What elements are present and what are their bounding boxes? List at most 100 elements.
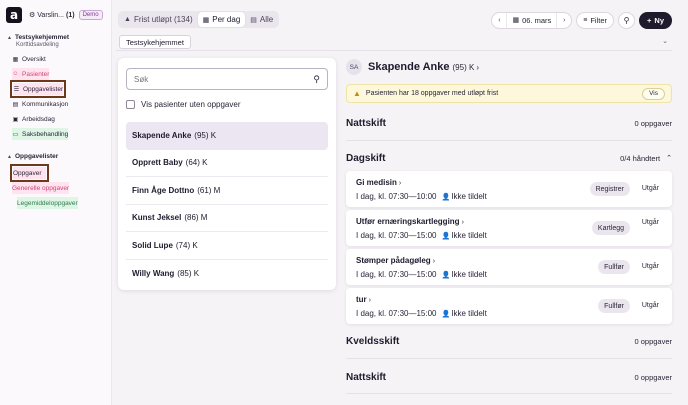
patient-age-gender: (95) K — [452, 62, 475, 72]
chevron-up-icon[interactable]: ⌃ — [666, 154, 672, 162]
sidebar-item-generelle-oppgaver[interactable]: Generelle oppgaver — [12, 182, 70, 194]
alerts-button[interactable]: ⚙ Varslin... (1) — [29, 11, 75, 20]
folder-icon: ▭ — [12, 131, 19, 138]
list-item[interactable]: Skapende Anke (95) K — [126, 122, 328, 150]
shift-day-header[interactable]: Dagskift 0/4 håndtert ⌃ — [346, 150, 672, 166]
shift-status: 0 oppgaver — [634, 372, 672, 382]
chevron-left-icon[interactable]: ‹ — [492, 17, 506, 24]
sidebar-item-label: Kommunikasjon — [22, 100, 69, 108]
search-input[interactable] — [134, 74, 314, 84]
chevron-up-icon: ▲ — [7, 153, 12, 160]
patient-name: Skapende Anke — [132, 131, 192, 141]
sidebar-item-oversikt[interactable]: ▦ Oversikt — [12, 53, 46, 65]
shift-night-header: Nattskift 0 oppgaver — [346, 115, 672, 131]
tab-alle[interactable]: ▤ Alle — [245, 12, 278, 27]
calendar-icon: ▦ — [512, 17, 520, 24]
sidebar-item-legemiddeloppgaver[interactable]: Legemiddeloppgaver — [17, 197, 78, 209]
patient-name: Solid Lupe — [132, 240, 173, 250]
sidebar-item-label: Oppgavelister — [23, 85, 64, 93]
avatar: SA — [346, 59, 362, 75]
task-card[interactable]: Stømper pådagøleg › I dag, kl. 07:30—15:0… — [346, 249, 672, 285]
patient-meta: (64) K — [185, 158, 208, 168]
view-tabs: ▲ Frist utløpt (134) ▦ Per dag ▤ Alle — [118, 11, 280, 28]
search-icon: ⚲ — [623, 15, 630, 25]
sidebar-item-label: Pasienter — [22, 70, 50, 78]
task-title: Utfør ernæringskartlegging › — [356, 217, 464, 226]
list-item[interactable]: Finn Åge Dottno (61) M — [126, 177, 328, 205]
chevron-down-icon[interactable]: ⌄ — [662, 37, 668, 45]
ward-selector[interactable]: Testsykehjemmet — [119, 35, 191, 49]
list-item[interactable]: Willy Wang (85) K — [126, 260, 328, 288]
checkbox[interactable] — [126, 100, 135, 109]
filter-button[interactable]: ≡ Filter — [576, 11, 615, 29]
shift-title: Kveldsskift — [346, 335, 400, 347]
unit-selector[interactable]: ▲ Testsykehjemmet Korttidsavdeling — [7, 34, 111, 48]
overdue-warning: ▲ Pasienten har 18 oppgaver med utløpt f… — [346, 84, 672, 103]
list-item[interactable]: Solid Lupe (74) K — [126, 232, 328, 260]
list-item[interactable]: Opprett Baby (64) K — [126, 150, 328, 177]
sidebar: a ⚙ Varslin... (1) Demo ▲ Testsykehjemme… — [0, 0, 112, 405]
expire-button[interactable]: Utgår — [642, 263, 659, 270]
complete-button[interactable]: Fullfør — [598, 260, 630, 274]
patient-meta: (85) K — [177, 268, 200, 278]
sidebar-item-label: Oversikt — [22, 55, 46, 63]
register-button[interactable]: Registrer — [589, 182, 630, 196]
task-assignee: Ikke tildelt — [451, 309, 487, 318]
shift-title: Nattskift — [346, 117, 387, 129]
checkbox-label: Vis pasienter uten oppgaver — [141, 100, 241, 109]
patient-meta: (74) K — [175, 240, 198, 250]
tab-per-dag[interactable]: ▦ Per dag — [197, 12, 246, 27]
task-card[interactable]: Utfør ernæringskartlegging › I dag, kl. 0… — [346, 210, 672, 246]
show-without-tasks-toggle[interactable]: Vis pasienter uten oppgaver — [126, 100, 240, 109]
tab-frist-utlopt[interactable]: ▲ Frist utløpt (134) — [119, 12, 198, 27]
show-overdue-button[interactable]: Vis — [642, 87, 665, 100]
unit-subtitle: Korttidsavdeling — [16, 42, 59, 48]
search-icon[interactable]: ⚲ — [313, 74, 320, 85]
calendar-icon: ▦ — [202, 16, 210, 24]
expire-button[interactable]: Utgår — [642, 302, 659, 309]
section-title: Oppgavelister — [14, 153, 59, 160]
chevron-right-icon: › — [461, 219, 464, 226]
section-oppgavelister[interactable]: ▲ Oppgavelister — [7, 153, 58, 160]
chevron-right-icon: › — [432, 258, 436, 265]
assess-button[interactable]: Kartlegg — [591, 221, 630, 235]
sidebar-item-kommunikasjon[interactable]: ▤ Kommunikasjon — [12, 98, 69, 110]
grid-icon: ▦ — [12, 56, 19, 63]
date-picker[interactable]: ▦ 06. mars — [506, 12, 558, 28]
task-assignee: Ikke tildelt — [451, 192, 487, 201]
list-item[interactable]: Kunst Jeksel (86) M — [126, 205, 328, 232]
chevron-right-icon: › — [476, 62, 479, 72]
task-time: I dag, kl. 07:30—15:00 — [356, 231, 437, 240]
chevron-up-icon: ▲ — [7, 34, 12, 41]
sidebar-item-oppgavelister[interactable]: ☰ Oppgavelister — [9, 80, 67, 98]
search-button[interactable]: ⚲ — [618, 11, 636, 29]
sidebar-item-pasienter[interactable]: ☺ Pasienter — [12, 68, 50, 80]
warning-text: Pasienten har 18 oppgaver med utløpt fri… — [365, 90, 499, 97]
sidebar-item-label: Oppgaver — [13, 169, 42, 177]
patient-header[interactable]: SA Skapende Anke (95) K › — [346, 58, 479, 76]
sidebar-item-arbeidsdag[interactable]: ▣ Arbeidsdag — [12, 113, 55, 125]
briefcase-icon: ▣ — [12, 116, 19, 123]
patient-meta: (86) M — [184, 213, 208, 223]
sidebar-item-saksbehandling[interactable]: ▭ Saksbehandling — [12, 128, 69, 140]
task-assignee: Ikke tildelt — [451, 231, 487, 240]
chevron-right-icon: › — [368, 297, 372, 304]
app-logo[interactable]: a — [6, 7, 22, 23]
new-button[interactable]: + Ny — [639, 11, 672, 29]
divider — [346, 358, 672, 359]
chevron-right-icon[interactable]: › — [557, 17, 571, 24]
task-title: tur › — [356, 295, 371, 304]
divider — [346, 393, 672, 394]
task-card[interactable]: tur › I dag, kl. 07:30—15:00 👤 Ikke tilde… — [346, 288, 672, 324]
expire-button[interactable]: Utgår — [642, 219, 659, 226]
task-card[interactable]: Gi medisin › I dag, kl. 07:30—10:00 👤 Ikk… — [346, 171, 672, 207]
warning-icon: ▲ — [124, 16, 131, 23]
sidebar-item-label: Arbeidsdag — [22, 115, 55, 123]
task-title: Stømper pådagøleg › — [356, 256, 435, 265]
ward-bar: Testsykehjemmet ⌄ — [116, 34, 672, 51]
sidebar-item-oppgaver[interactable]: Oppgaver — [10, 164, 49, 182]
expire-button[interactable]: Utgår — [642, 185, 659, 192]
sidebar-item-label: Legemiddeloppgaver — [17, 199, 78, 207]
complete-button[interactable]: Fullfør — [598, 299, 630, 313]
divider — [346, 140, 672, 141]
